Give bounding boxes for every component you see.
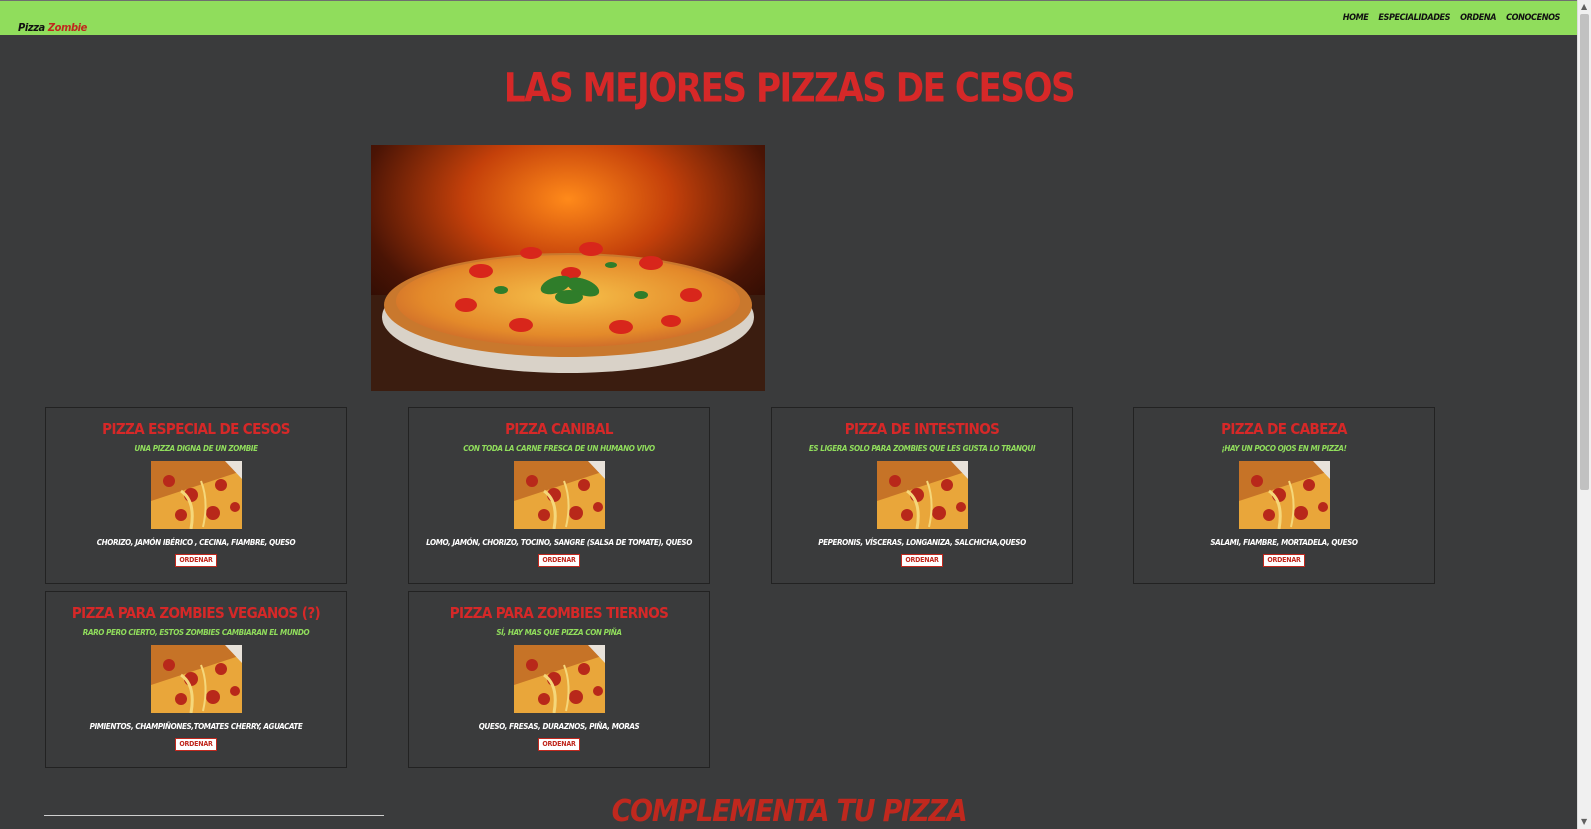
- pizza-subtitle: Una pizza digna de un zombie: [134, 444, 258, 453]
- nav-link-home[interactable]: Home: [1343, 13, 1369, 23]
- pizza-subtitle: Sí, hay mas que pizza con piña: [496, 628, 622, 637]
- pizza-subtitle: Raro pero cierto, estos zombies cambiara…: [82, 628, 310, 637]
- order-button[interactable]: Ordenar: [538, 738, 580, 751]
- brand-logo[interactable]: Pizza Zombie: [18, 21, 87, 34]
- pizza-card: Pizza de cabeza ¡Hay un poco ojos en mi …: [1133, 407, 1435, 584]
- pizza-subtitle: ¡Hay un poco ojos en mi pizza!: [1221, 444, 1347, 453]
- pizza-title: Pizza de intestinos: [844, 420, 1000, 438]
- vertical-scrollbar[interactable]: ▲ ▼: [1577, 0, 1591, 829]
- brand-text-zombie: Zombie: [47, 21, 87, 34]
- pizza-slice-image: [513, 461, 605, 529]
- pizza-slice-image: [150, 645, 242, 713]
- nav-link-especialidades[interactable]: Especialidades: [1378, 13, 1450, 23]
- top-navbar: Pizza Zombie Home Especialidades Ordena …: [0, 0, 1578, 35]
- pizza-title: Pizza para zombies veganos (?): [71, 604, 321, 622]
- nav-links: Home Especialidades Ordena Conocenos: [1343, 13, 1561, 23]
- pizza-card: Pizza Canibal Con toda la carne fresca d…: [408, 407, 710, 584]
- order-button[interactable]: Ordenar: [175, 554, 217, 567]
- pizza-title: Pizza Canibal: [505, 420, 613, 438]
- pizza-title: Pizza especial de cesos: [102, 420, 290, 438]
- brand-text-pizza: Pizza: [18, 21, 45, 34]
- pizza-card: Pizza para zombies tiernos Sí, hay mas q…: [408, 591, 710, 768]
- pizza-slice-image: [1238, 461, 1330, 529]
- pizza-title: Pizza de cabeza: [1221, 420, 1347, 438]
- pizza-title: Pizza para zombies tiernos: [449, 604, 669, 622]
- pizza-slice-image: [876, 461, 968, 529]
- pizza-ingredients: Chorizo, Jamón Ibérico , Cecina, Fiambre…: [96, 538, 296, 547]
- pizza-subtitle: Con toda la carne fresca de un humano vi…: [463, 444, 655, 453]
- hero-pizza-image: [371, 145, 765, 391]
- pizza-subtitle: Es ligera solo para zombies que les gust…: [808, 444, 1036, 453]
- scroll-thumb[interactable]: [1580, 14, 1589, 490]
- order-button[interactable]: Ordenar: [1263, 554, 1305, 567]
- pizza-ingredients: Lomo, Jamón, Chorizo, Tocino, Sangre (sa…: [426, 538, 692, 547]
- nav-link-ordena[interactable]: Ordena: [1460, 13, 1496, 23]
- pizza-card: Pizza de intestinos Es ligera solo para …: [771, 407, 1073, 584]
- pizza-ingredients: Salami, Fiambre, Mortadela, Queso: [1210, 538, 1358, 547]
- pizza-card: Pizza para zombies veganos (?) Raro pero…: [45, 591, 347, 768]
- order-button[interactable]: Ordenar: [901, 554, 943, 567]
- pizza-slice-image: [150, 461, 242, 529]
- scroll-down-arrow-icon[interactable]: ▼: [1581, 818, 1587, 826]
- section-title-complementa: Complementa tu pizza: [611, 794, 968, 829]
- hero-title: Las mejores pizzas de cesos: [503, 64, 1076, 112]
- pizza-ingredients: Peperonis, Vísceras, Longaniza, Salchich…: [818, 538, 1026, 547]
- pizza-card: Pizza especial de cesos Una pizza digna …: [45, 407, 347, 584]
- pizza-ingredients: Pimientos, Champiñones,Tomates Cherry, A…: [89, 722, 303, 731]
- pizza-ingredients: Queso, Fresas, Duraznos, Piña, Moras: [478, 722, 640, 731]
- order-button[interactable]: Ordenar: [175, 738, 217, 751]
- pizza-slice-image: [513, 645, 605, 713]
- nav-link-conocenos[interactable]: Conocenos: [1506, 13, 1560, 23]
- scroll-up-arrow-icon[interactable]: ▲: [1581, 3, 1587, 11]
- divider-line: [44, 815, 384, 816]
- order-button[interactable]: Ordenar: [538, 554, 580, 567]
